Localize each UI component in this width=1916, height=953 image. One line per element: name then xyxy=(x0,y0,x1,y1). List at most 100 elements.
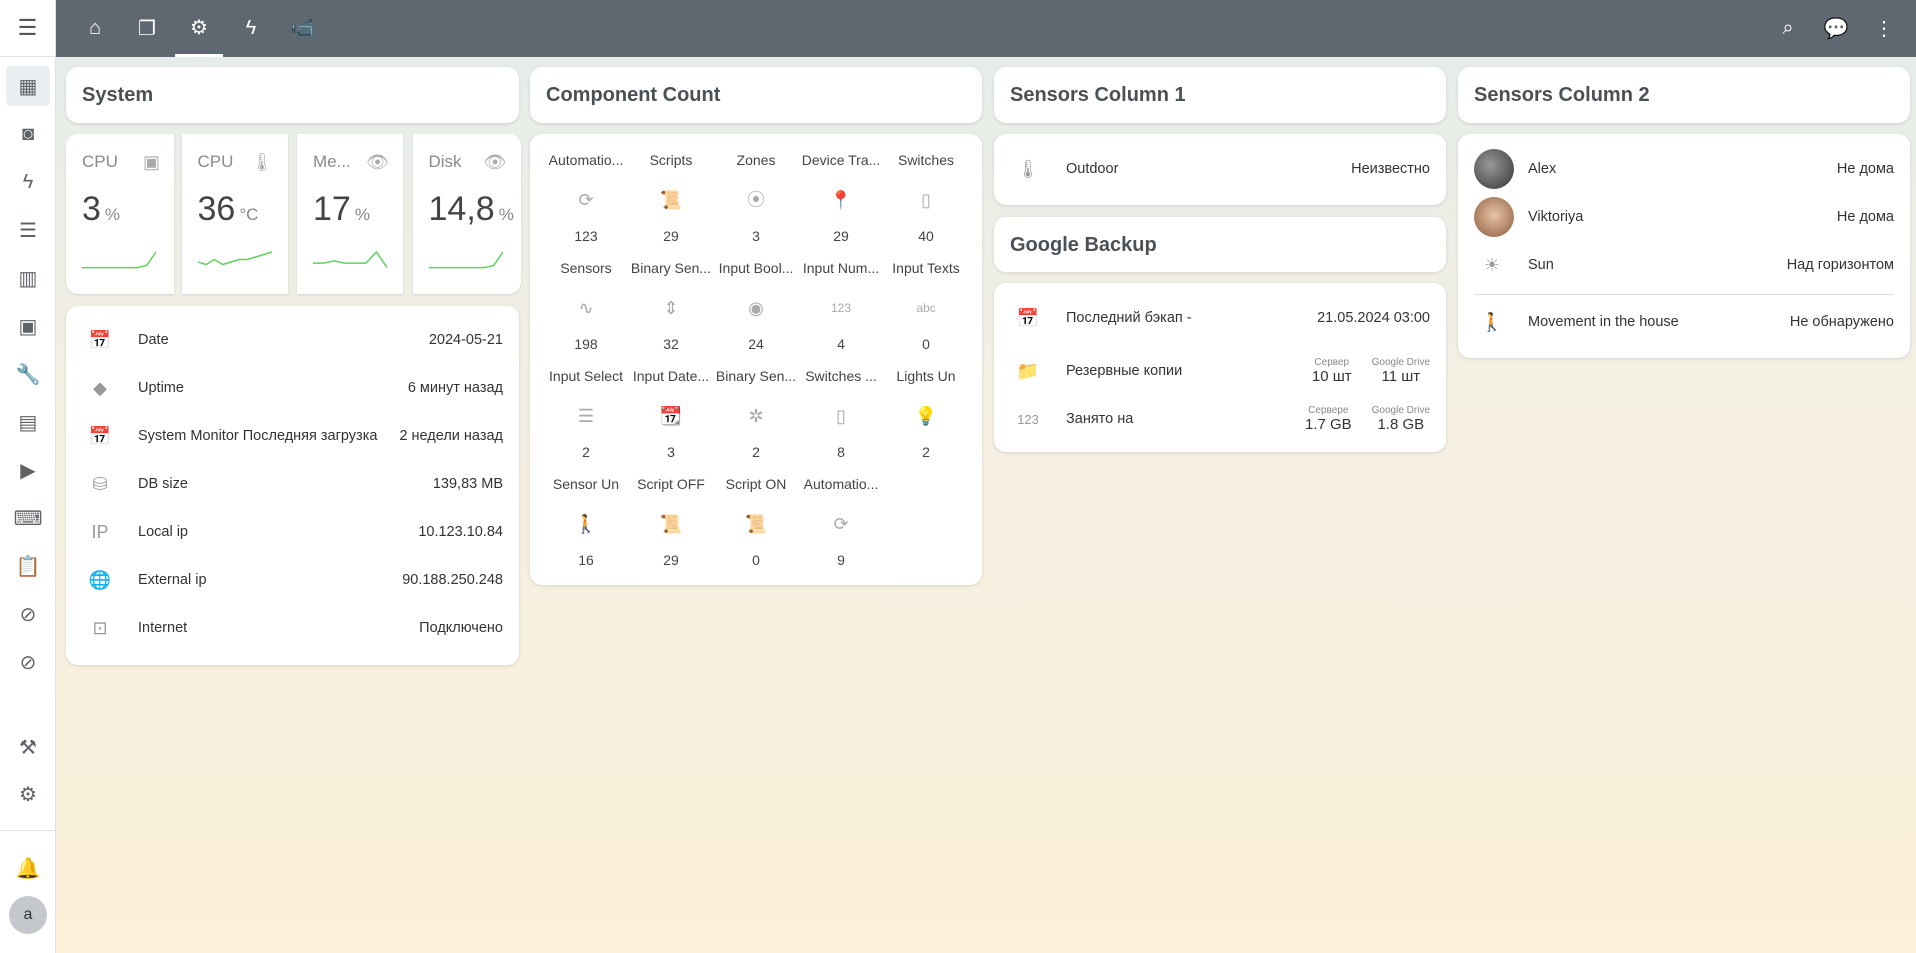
map-icon[interactable]: ◙ xyxy=(6,114,50,154)
top-bar: ⌂ ❐ ⚙ ϟ 📹 ⌕ 💬 ⋮ xyxy=(56,0,1916,57)
stat-name: CPU xyxy=(82,152,118,171)
developer-tools-icon[interactable]: ⚒ xyxy=(6,727,50,767)
sun-row[interactable]: ☀ Sun Над горизонтом xyxy=(1458,245,1910,285)
component-item[interactable]: Automatio... ⟳ 9 xyxy=(797,476,885,576)
sensors1-card: 🌡 Outdoor Неизвестно xyxy=(994,134,1446,205)
component-item[interactable]: Sensors ∿ 198 xyxy=(542,260,630,360)
person-row-viktoriya[interactable]: Viktoriya Не дома xyxy=(1458,197,1910,237)
component-label: Sensors xyxy=(560,260,612,276)
divider xyxy=(1474,294,1894,295)
component-item[interactable]: Input Bool... ◉ 24 xyxy=(712,260,800,360)
component-count: 2 xyxy=(752,444,760,460)
script-icon: 📜 xyxy=(659,514,683,534)
component-item[interactable]: Switches ... ▯ 8 xyxy=(797,368,885,468)
row-value: Подключено xyxy=(419,620,503,636)
thermometer-icon: 🌡 xyxy=(250,152,274,172)
motion-off-icon: ✲ xyxy=(748,406,764,426)
sidebar: ☰ ▦ ◙ ϟ ☰ ▥ ▣ 🔧 ▤ ▶ ⌨ 📋 ⊘ ⊘ ⚒ ⚙ 🔔 a xyxy=(0,0,56,953)
entity-row[interactable]: 🌐 External ip 90.188.250.248 xyxy=(66,560,519,600)
entity-row-outdoor[interactable]: 🌡 Outdoor Неизвестно xyxy=(994,149,1446,189)
more-icon[interactable]: ⋮ xyxy=(1864,0,1904,57)
entity-row[interactable]: 📅 System Monitor Последняя загрузка 2 неде… xyxy=(66,416,519,456)
component-item[interactable]: Input Num... 123 4 xyxy=(797,260,885,360)
component-item[interactable]: Script ON 📜 0 xyxy=(712,476,800,576)
assist-icon[interactable]: 💬 xyxy=(1816,0,1856,57)
component-label: Scripts xyxy=(649,152,693,168)
component-label: Sensor Un xyxy=(552,476,620,492)
component-label: Input Texts xyxy=(892,260,960,276)
row-value: 139,83 MB xyxy=(432,476,503,492)
entity-row[interactable]: ⛁ DB size 139,83 MB xyxy=(66,464,519,504)
menu-icon[interactable]: ☰ xyxy=(0,0,55,57)
motion-sensor-icon: 🚶 xyxy=(574,514,598,534)
component-item[interactable]: Sensor Un 🚶 16 xyxy=(542,476,630,576)
tab-cctv-icon[interactable]: 📹 xyxy=(279,0,327,57)
unit: °C xyxy=(239,205,259,224)
network-icon: ⊡ xyxy=(92,617,108,638)
energy-icon[interactable]: ϟ xyxy=(6,162,50,202)
component-item[interactable]: Binary Sen... ⇕ 32 xyxy=(627,260,715,360)
tab-home-icon[interactable]: ⌂ xyxy=(71,0,119,57)
component-item[interactable]: Script OFF 📜 29 xyxy=(627,476,715,576)
stat-card[interactable]: CPU 🌡 36 °C xyxy=(181,134,288,294)
component-label: Automatio... xyxy=(803,476,879,492)
stat-name: CPU xyxy=(197,152,234,171)
tab-gear-icon[interactable]: ⚙ xyxy=(175,0,223,57)
component-item[interactable]: Input Select ☰ 2 xyxy=(542,368,630,468)
settings-icon[interactable]: ⚙ xyxy=(6,774,50,814)
stat-card[interactable]: Me... 👁 17% xyxy=(297,134,403,294)
stat-name: Me... xyxy=(313,152,351,171)
component-item[interactable]: Input Date... 📆 3 xyxy=(627,368,715,468)
stat-card[interactable]: CPU ▣ 3% xyxy=(66,134,174,294)
component-item[interactable]: Scripts 📜 29 xyxy=(627,152,715,252)
tab-pages-icon[interactable]: ❐ xyxy=(123,0,171,57)
tab-flash-icon[interactable]: ϟ xyxy=(227,0,275,57)
thermometer-icon: 🌡 xyxy=(1016,158,1040,179)
component-header-card: Component Count xyxy=(530,67,982,123)
component-item[interactable]: Input Texts abc 0 xyxy=(882,260,970,360)
component-count: 123 xyxy=(574,228,598,244)
zwave-icon[interactable]: ⊘ xyxy=(6,594,50,634)
search-icon[interactable]: ⌕ xyxy=(1768,0,1808,57)
entity-row[interactable]: 📅 Date 2024-05-21 xyxy=(66,320,519,360)
autorenew-icon: ⟳ xyxy=(833,514,849,534)
component-item[interactable]: Lights Un 💡 2 xyxy=(882,368,970,468)
calendar-icon[interactable]: ▣ xyxy=(6,306,50,346)
value: 36 xyxy=(197,190,236,228)
clipboard-icon[interactable]: 📋 xyxy=(6,546,50,586)
sensors1-header-card: Sensors Column 1 xyxy=(994,67,1446,123)
component-item[interactable]: Binary Sen... ✲ 2 xyxy=(712,368,800,468)
avatar xyxy=(1474,149,1514,189)
wrench-icon[interactable]: 🔧 xyxy=(6,354,50,394)
stat-card[interactable]: Disk 👁 14,8% xyxy=(412,134,521,294)
row-label: External ip xyxy=(138,572,207,588)
calendar-check-icon: 📅 xyxy=(88,329,112,350)
component-item[interactable]: Zones ⦿ 3 xyxy=(712,152,800,252)
last-backup-row[interactable]: 📅 Последний бэкап -21.05.2024 03:00 xyxy=(994,298,1446,338)
backup-copies-row[interactable]: 📁 Резервные копии Сервер 10 шт Google Drive… xyxy=(994,347,1446,395)
zwave2-icon[interactable]: ⊘ xyxy=(6,642,50,682)
component-item[interactable]: Automatio... ⟳ 123 xyxy=(542,152,630,252)
terminal-icon[interactable]: ⌨ xyxy=(6,498,50,538)
entity-row[interactable]: ◆ Uptime 6 минут назад xyxy=(66,368,519,408)
entity-row[interactable]: ⊡ Internet Подключено xyxy=(66,608,519,648)
component-count: 0 xyxy=(922,336,930,352)
component-count: 9 xyxy=(837,552,845,568)
person-row-alex[interactable]: Alex Не дома xyxy=(1458,149,1910,189)
stat-value: 36 °C xyxy=(198,190,259,229)
component-label: Lights Un xyxy=(896,368,956,384)
motion-row[interactable]: 🚶 Movement in the house Не обнаружено xyxy=(1458,302,1910,342)
avatar[interactable]: a xyxy=(9,896,47,934)
component-item[interactable]: Device Tra... 📍 29 xyxy=(797,152,885,252)
notifications-icon[interactable]: 🔔 xyxy=(6,848,50,888)
component-item[interactable]: Switches ▯ 40 xyxy=(882,152,970,252)
hacs-icon[interactable]: ▤ xyxy=(6,402,50,442)
entity-row[interactable]: IP Local ip 10.123.10.84 xyxy=(66,512,519,552)
media-icon[interactable]: ▶ xyxy=(6,450,50,490)
component-count: 29 xyxy=(833,228,849,244)
text-icon: abc xyxy=(916,301,936,315)
history-icon[interactable]: ▥ xyxy=(6,258,50,298)
logbook-icon[interactable]: ☰ xyxy=(6,210,50,250)
backup-used-row[interactable]: 123 Занято на Сервере 1.7 GB Google Drive 1.… xyxy=(994,395,1446,443)
dashboard-icon[interactable]: ▦ xyxy=(6,66,50,106)
